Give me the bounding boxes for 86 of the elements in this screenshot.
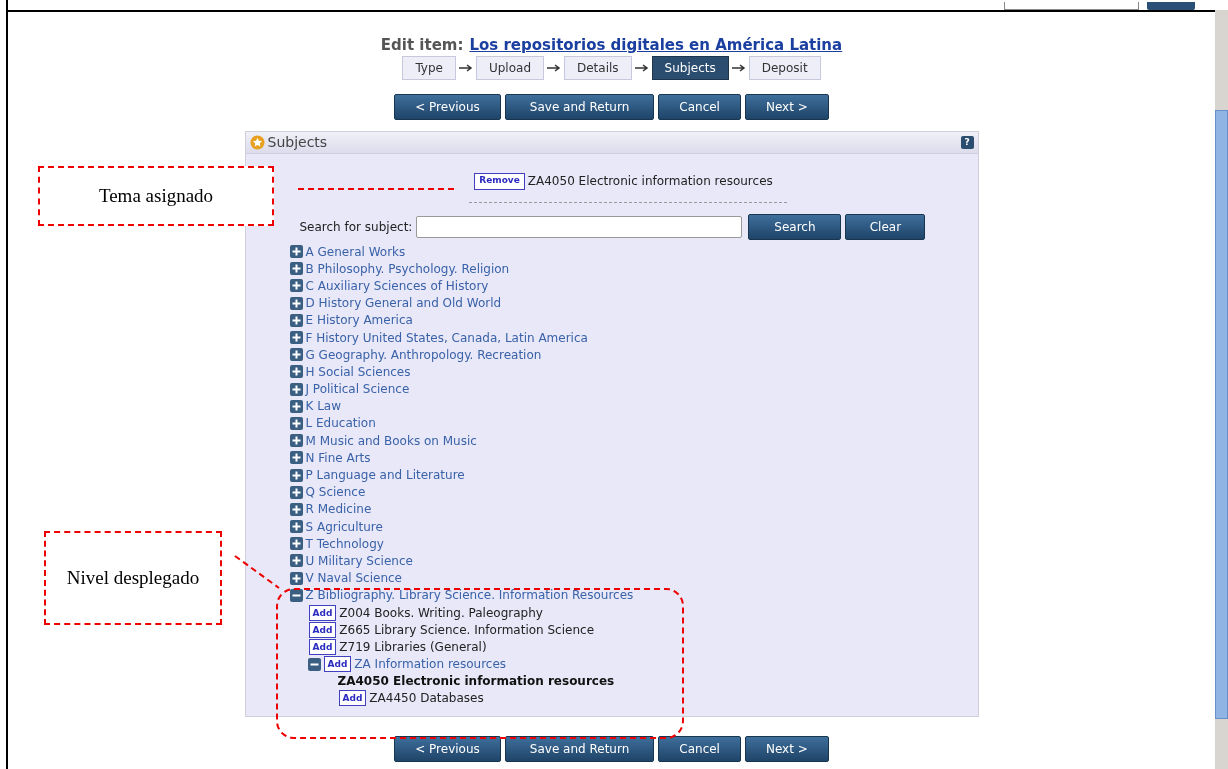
panel-title: Subjects <box>267 133 328 152</box>
subject-link[interactable]: G Geography. Anthropology. Recreation <box>305 345 542 364</box>
arrow-icon <box>731 64 746 72</box>
arrow-icon <box>458 64 473 72</box>
clear-button[interactable]: Clear <box>845 214 926 240</box>
assigned-subject-label: ZA4050 Electronic information resources <box>337 673 615 691</box>
search-button[interactable]: Search <box>748 214 842 240</box>
subject-link[interactable]: Z Bibliography. Library Science. Information Resources <box>305 586 634 605</box>
subject-link[interactable]: K Law <box>305 397 342 416</box>
subject-link[interactable]: P Language and Literature <box>305 466 465 485</box>
expand-icon[interactable] <box>289 331 303 345</box>
expand-icon[interactable] <box>289 382 303 396</box>
add-button[interactable]: Add <box>308 638 337 655</box>
add-button[interactable]: Add <box>308 621 337 638</box>
subject-link[interactable]: N Fine Arts <box>305 448 371 467</box>
collapse-icon[interactable] <box>307 657 321 671</box>
subject-link[interactable]: R Medicine <box>305 500 372 519</box>
nav-button[interactable]: Save and Return <box>504 736 655 762</box>
subject-link[interactable]: S Agriculture <box>305 517 383 536</box>
expand-icon[interactable] <box>289 416 303 430</box>
help-button[interactable]: ? <box>960 136 974 149</box>
subject-link[interactable]: F History United States, Canada, Latin America <box>305 328 588 347</box>
subject-link[interactable]: J Political Science <box>305 380 410 399</box>
expand-icon[interactable] <box>289 468 303 482</box>
expand-icon[interactable] <box>289 520 303 534</box>
arrow-icon <box>634 64 649 72</box>
subject-link[interactable]: V Naval Science <box>305 569 402 588</box>
subject-link[interactable]: T Technology <box>305 534 384 553</box>
subject-link[interactable]: C Auxiliary Sciences of History <box>305 276 489 295</box>
step-tab[interactable]: Details <box>564 56 632 80</box>
nav-button[interactable]: Cancel <box>658 736 741 762</box>
nav-button[interactable]: Cancel <box>658 94 741 120</box>
expand-icon[interactable] <box>289 348 303 362</box>
nav-button[interactable]: Save and Return <box>504 94 655 120</box>
subject-search-field[interactable] <box>416 216 743 238</box>
subject-link[interactable]: M Music and Books on Music <box>305 431 477 450</box>
subject-label: Z004 Books. Writing. Paleography <box>339 604 543 622</box>
subject-link[interactable]: H Social Sciences <box>305 362 411 381</box>
annotation-box: Nivel desplegado <box>44 531 222 625</box>
heading-label: Edit item: <box>380 36 464 54</box>
nav-button[interactable]: < Previous <box>394 736 501 762</box>
assigned-subject: ZA4050 Electronic information resources <box>527 173 773 190</box>
arrow-icon <box>547 64 561 72</box>
subject-link[interactable]: L Education <box>305 414 376 433</box>
add-button[interactable]: Add <box>308 604 337 621</box>
subject-link[interactable]: D History General and Old World <box>305 294 502 313</box>
step-tab[interactable]: Deposit <box>748 56 821 80</box>
subject-link[interactable]: A General Works <box>305 242 406 261</box>
leader-line <box>234 555 280 589</box>
expand-icon[interactable] <box>289 365 303 379</box>
expand-icon[interactable] <box>289 245 303 259</box>
expand-icon[interactable] <box>289 434 303 448</box>
subject-label: Z665 Library Science. Information Science <box>339 621 594 639</box>
expand-icon[interactable] <box>289 399 303 413</box>
expand-icon[interactable] <box>289 571 303 585</box>
expand-icon[interactable] <box>289 554 303 568</box>
star-icon <box>249 135 265 150</box>
collapse-icon[interactable] <box>289 588 303 602</box>
annotation-box: Tema asignado <box>38 166 274 226</box>
step-tab[interactable]: Subjects <box>651 56 729 80</box>
search-label: Search for subject: <box>299 219 413 236</box>
expand-icon[interactable] <box>289 502 303 516</box>
item-title-link[interactable]: Los repositorios digitales en América Latina <box>469 36 843 54</box>
subject-link[interactable]: U Military Science <box>305 551 413 570</box>
expand-icon[interactable] <box>289 262 303 276</box>
expand-icon[interactable] <box>289 279 303 293</box>
nav-button[interactable]: Next > <box>744 94 829 120</box>
subject-link[interactable]: B Philosophy. Psychology. Religion <box>305 259 510 278</box>
search-field[interactable] <box>1004 2 1139 10</box>
expand-icon[interactable] <box>289 537 303 551</box>
expand-icon[interactable] <box>289 485 303 499</box>
expand-icon[interactable] <box>289 313 303 327</box>
nav-button[interactable]: < Previous <box>394 94 501 120</box>
step-tab[interactable]: Upload <box>475 56 544 80</box>
subject-label: Z719 Libraries (General) <box>339 638 487 656</box>
subject-link[interactable]: Q Science <box>305 483 366 502</box>
remove-button[interactable]: Remove <box>474 172 525 190</box>
expand-icon[interactable] <box>289 296 303 310</box>
add-button[interactable]: Add <box>338 690 367 707</box>
nav-button[interactable]: Next > <box>744 736 829 762</box>
subject-label: ZA4450 Databases <box>369 690 484 708</box>
add-button[interactable]: Add <box>323 656 352 673</box>
subject-link[interactable]: E History America <box>305 311 413 330</box>
step-tab[interactable]: Type <box>402 56 456 80</box>
expand-icon[interactable] <box>289 451 303 465</box>
subject-link[interactable]: ZA Information resources <box>354 655 507 674</box>
